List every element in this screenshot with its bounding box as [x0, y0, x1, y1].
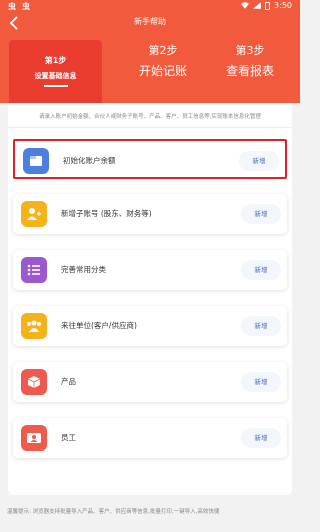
- user-add-icon: [21, 201, 47, 227]
- step-2-tab[interactable]: 第2步 开始记账: [123, 42, 203, 79]
- signal-icon: [253, 2, 262, 9]
- add-sub-account-button[interactable]: 新增: [241, 204, 281, 224]
- wifi-icon: [241, 2, 250, 9]
- status-bar: 虫 虫 3:50: [0, 0, 300, 12]
- step-2-number: 第2步: [148, 44, 178, 57]
- title-bar: 新手帮助: [0, 13, 300, 33]
- footer-tip: 温馨提示: 浏览器支持批量导入产品、客户、供应商等信息,批量打印,一键导入,高效…: [7, 509, 220, 515]
- wallet-icon: [23, 148, 49, 174]
- setup-hint: 请录入账户初始金额、合伙人或财务子账号、产品、客户、员工信息等,实现账本信息化管…: [39, 114, 261, 120]
- item-label: 新增子账号 (股东、财务等): [61, 209, 152, 218]
- step-1-underline: [43, 85, 68, 87]
- setup-card: 请录入账户初始金额、合伙人或财务子账号、产品、客户、员工信息等,实现账本信息化管…: [8, 103, 292, 495]
- add-initial-balance-button[interactable]: 新增: [239, 151, 279, 171]
- box-icon: [21, 369, 47, 395]
- status-app-a: 虫: [8, 2, 16, 11]
- list-item-contacts[interactable]: 来往单位(客户/供应商) 新增: [13, 306, 287, 346]
- add-product-button[interactable]: 新增: [241, 372, 281, 392]
- step-tabs: 第1步 设置基础信息 第2步 开始记账 第3步 查看报表: [0, 36, 300, 107]
- header: 虫 虫 3:50 新手帮助 第1步 设置基础信息 第2步 开始记账 第3步 查看…: [0, 0, 300, 107]
- step-3-title: 查看报表: [225, 64, 274, 78]
- step-1-title: 设置基础信息: [34, 72, 77, 80]
- list-icon: [21, 257, 47, 283]
- status-app-b: 虫: [22, 2, 30, 11]
- item-label: 完善常用分类: [61, 265, 106, 274]
- list-item-employees[interactable]: 员工 新增: [13, 418, 287, 458]
- step-1-number: 第1步: [44, 56, 67, 65]
- status-time: 3:50: [274, 1, 292, 10]
- item-label: 员工: [61, 433, 76, 442]
- list-item-categories[interactable]: 完善常用分类 新增: [13, 250, 287, 290]
- group-icon: [21, 313, 47, 339]
- divider: [8, 127, 292, 128]
- step-1-tab[interactable]: 第1步 设置基础信息: [9, 40, 102, 107]
- page-title: 新手帮助: [134, 17, 166, 26]
- step-2-title: 开始记账: [138, 64, 187, 78]
- add-employee-button[interactable]: 新增: [241, 428, 281, 448]
- item-label: 初始化账户余额: [63, 156, 116, 165]
- add-category-button[interactable]: 新增: [241, 260, 281, 280]
- step-3-tab[interactable]: 第3步 查看报表: [210, 42, 290, 79]
- add-contact-button[interactable]: 新增: [241, 316, 281, 336]
- step-3-number: 第3步: [235, 44, 265, 57]
- list-item-sub-account[interactable]: 新增子账号 (股东、财务等) 新增: [13, 194, 287, 234]
- battery-icon: [265, 1, 271, 10]
- list-item-initial-balance[interactable]: 初始化账户余额 新增: [13, 139, 287, 179]
- list-item-products[interactable]: 产品 新增: [13, 362, 287, 402]
- item-label: 来往单位(客户/供应商): [61, 321, 137, 330]
- id-card-icon: [21, 425, 47, 451]
- item-label: 产品: [61, 377, 76, 386]
